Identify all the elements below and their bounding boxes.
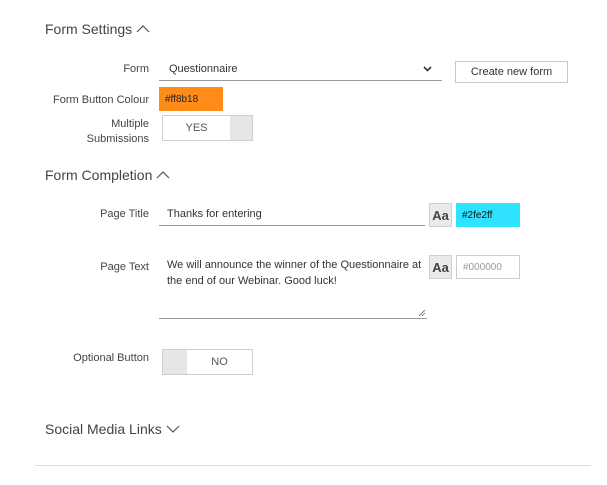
form-settings-title: Form Settings xyxy=(45,21,133,37)
page-title-label: Page Title xyxy=(100,208,149,220)
form-settings-header[interactable]: Form Settings xyxy=(45,21,150,37)
form-completion-header[interactable]: Form Completion xyxy=(45,167,170,183)
multiple-submissions-label: Multiple Submissions xyxy=(60,117,149,147)
button-colour-label: Form Button Colour xyxy=(53,94,149,106)
multiple-label-line1: Multiple xyxy=(111,118,149,130)
multiple-submissions-toggle[interactable]: YES xyxy=(162,115,253,141)
page-text-colour-input[interactable]: #000000 xyxy=(456,255,520,279)
form-completion-title: Form Completion xyxy=(45,167,153,183)
page-text-label: Page Text xyxy=(100,261,149,273)
chevron-up-icon[interactable] xyxy=(136,24,150,34)
page-text-textarea[interactable]: We will announce the winner of the Quest… xyxy=(159,255,427,319)
social-media-header[interactable]: Social Media Links xyxy=(45,421,180,437)
page-title-input[interactable]: Thanks for entering xyxy=(159,202,425,226)
form-select[interactable]: Questionnaire xyxy=(159,57,442,81)
create-new-form-button[interactable]: Create new form xyxy=(455,61,568,83)
page-text-value: We will announce the winner of the Quest… xyxy=(167,259,422,287)
multiple-label-line2: Submissions xyxy=(86,133,149,145)
multiple-toggle-label: YES xyxy=(163,116,230,140)
page-text-font-button[interactable]: Aa xyxy=(429,255,452,279)
optional-button-toggle[interactable]: NO xyxy=(162,349,253,375)
divider xyxy=(35,465,591,466)
toggle-knob xyxy=(163,350,187,374)
page-title-value: Thanks for entering xyxy=(167,208,262,220)
button-colour-swatch[interactable]: #ff8b18 xyxy=(159,87,223,111)
social-media-title: Social Media Links xyxy=(45,421,162,437)
page-title-font-button[interactable]: Aa xyxy=(429,203,452,227)
page-text-colour-placeholder: #000000 xyxy=(463,261,502,273)
form-select-value: Questionnaire xyxy=(169,63,238,75)
optional-toggle-label: NO xyxy=(187,350,252,374)
page-title-colour-swatch[interactable]: #2fe2ff xyxy=(456,203,520,227)
chevron-up-icon[interactable] xyxy=(156,170,170,180)
optional-button-label: Optional Button xyxy=(73,352,149,364)
toggle-knob xyxy=(230,116,252,140)
button-colour-value: #ff8b18 xyxy=(165,93,199,105)
chevron-down-icon[interactable] xyxy=(166,424,180,434)
chevron-down-icon xyxy=(423,66,432,72)
page-title-colour-value: #2fe2ff xyxy=(462,209,493,221)
resize-handle-icon[interactable] xyxy=(419,310,425,316)
form-label: Form xyxy=(123,63,149,75)
